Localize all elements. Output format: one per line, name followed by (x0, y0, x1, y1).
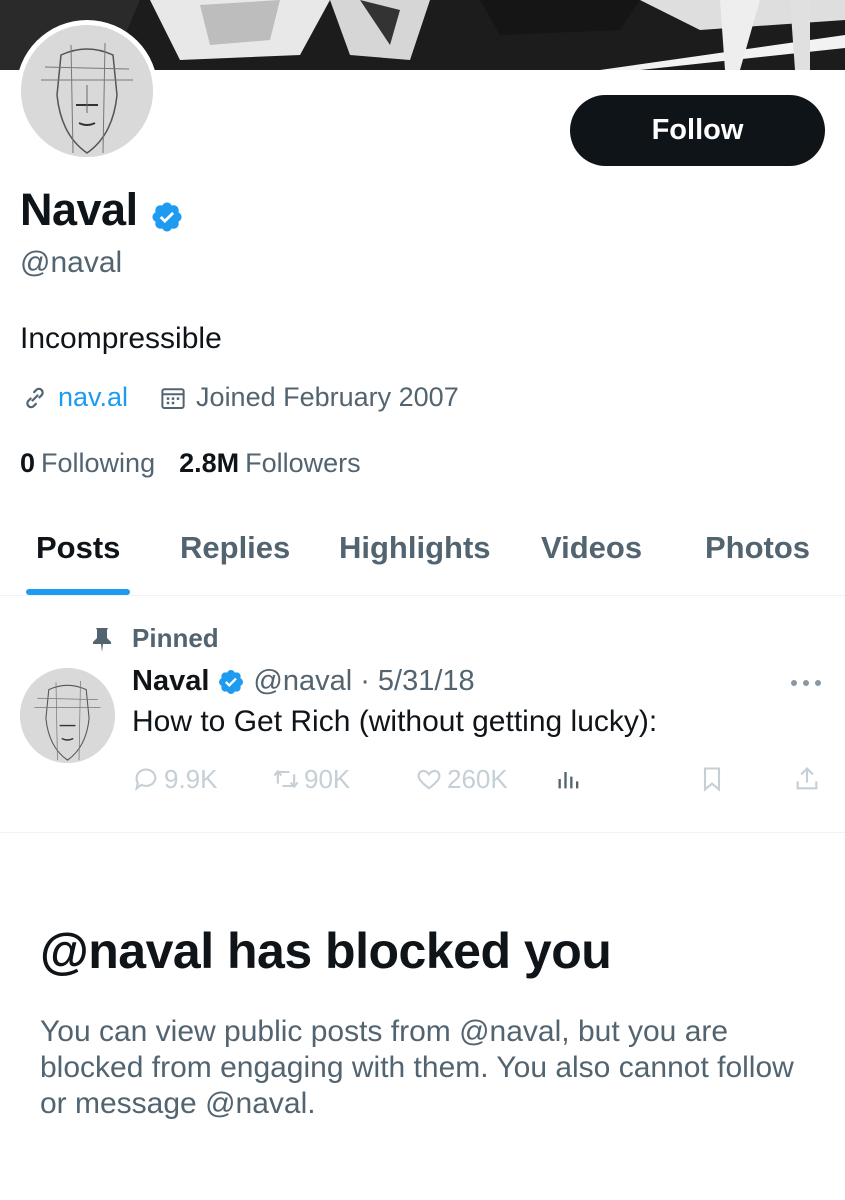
reply-icon (135, 768, 157, 791)
followers-link[interactable]: 2.8M Followers (179, 448, 361, 479)
heart-icon (417, 769, 441, 790)
follow-stats: 0 Following 2.8M Followers (20, 448, 385, 479)
followers-label: Followers (245, 448, 361, 478)
post-actions: 9.9K 90K 260K (132, 761, 827, 797)
followers-count: 2.8M (179, 448, 240, 478)
follow-button[interactable]: Follow (570, 95, 825, 166)
tab-replies[interactable]: Replies (180, 500, 290, 596)
blocked-title: @naval has blocked you (40, 923, 612, 979)
like-count: 260K (447, 763, 508, 794)
share-button[interactable] (793, 761, 825, 797)
tab-videos[interactable]: Videos (541, 500, 642, 596)
tab-highlights[interactable]: Highlights (339, 500, 491, 596)
profile-meta: nav.al Joined February 2007 (20, 382, 459, 413)
post-text: How to Get Rich (without getting lucky): (132, 705, 658, 738)
tab-photos[interactable]: Photos (705, 500, 810, 596)
profile-handle: @naval (20, 246, 123, 279)
repost-button[interactable]: 90K (272, 761, 350, 797)
analytics-icon (558, 772, 579, 789)
verified-badge-icon (217, 668, 245, 696)
profile-tabs: Posts Replies Highlights Videos Photos (0, 500, 845, 596)
profile-bio: Incompressible (20, 322, 222, 355)
link-icon (20, 383, 50, 413)
post-handle-date[interactable]: @naval · 5/31/18 (253, 665, 474, 698)
active-tab-indicator (26, 589, 130, 595)
post-header: Naval @naval · 5/31/18 (132, 665, 475, 698)
profile-website-link[interactable]: nav.al (58, 382, 128, 413)
reply-count: 9.9K (164, 763, 218, 794)
tab-posts[interactable]: Posts (36, 500, 120, 596)
verified-badge-icon[interactable] (150, 193, 184, 232)
pin-icon (90, 626, 114, 652)
bookmark-icon (703, 767, 721, 792)
profile-avatar[interactable] (16, 20, 158, 162)
blocked-message: You can view public posts from @naval, b… (40, 1015, 794, 1120)
profile-joined-date: Joined February 2007 (196, 382, 459, 412)
calendar-icon (158, 383, 188, 413)
following-link[interactable]: 0 Following (20, 448, 155, 479)
repost-icon (273, 769, 299, 789)
post-author-avatar[interactable] (20, 668, 115, 763)
pinned-post[interactable]: Pinned Naval @naval · 5/31/18 How to Get… (0, 597, 845, 833)
like-button[interactable]: 260K (415, 761, 508, 797)
following-label: Following (41, 448, 156, 478)
more-icon[interactable] (788, 673, 824, 693)
share-icon (796, 767, 818, 790)
views-button[interactable] (555, 761, 587, 797)
bookmark-button[interactable] (698, 761, 730, 797)
post-author-name[interactable]: Naval (132, 665, 209, 698)
pinned-text: Pinned (132, 623, 219, 653)
following-count: 0 (20, 448, 36, 478)
repost-count: 90K (304, 763, 351, 794)
reply-button[interactable]: 9.9K (132, 761, 218, 797)
pinned-label-row: Pinned (90, 623, 219, 654)
profile-display-name: Naval (20, 184, 184, 236)
display-name-text: Naval (20, 184, 138, 235)
